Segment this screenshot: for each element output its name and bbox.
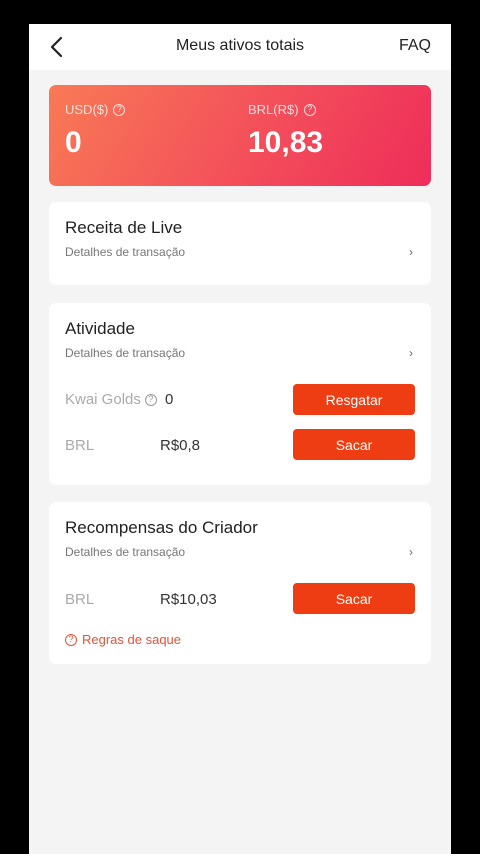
faq-link[interactable]: FAQ <box>399 37 431 55</box>
question-circle-icon[interactable]: ? <box>303 103 316 116</box>
chevron-right-icon: › <box>409 346 413 360</box>
live-income-card: Receita de Live Detalhes de transação › <box>49 202 431 285</box>
chevron-right-icon: › <box>409 245 413 259</box>
redeem-button[interactable]: Resgatar <box>293 384 415 415</box>
kwai-golds-label-row: Kwai Golds ? <box>65 391 157 408</box>
activity-brl-label: BRL <box>65 437 94 454</box>
usd-label: USD($) <box>65 102 109 117</box>
activity-card: Atividade Detalhes de transação › Kwai G… <box>49 303 431 485</box>
activity-brl-value: R$0,8 <box>160 437 201 454</box>
brl-label: BRL(R$) <box>248 102 299 117</box>
app-screen: Meus ativos totais FAQ USD($) ? 0 BRL(R$… <box>29 24 451 854</box>
creator-brl-value: R$10,03 <box>160 591 217 608</box>
activity-withdraw-button[interactable]: Sacar <box>293 429 415 460</box>
card-subtitle: Detalhes de transação <box>65 545 186 559</box>
card-title: Recompensas do Criador <box>65 518 258 537</box>
card-subtitle: Detalhes de transação <box>65 245 186 259</box>
top-bar: Meus ativos totais FAQ <box>29 24 451 70</box>
brl-balance: BRL(R$) ? 10,83 <box>248 102 323 160</box>
rules-label: Regras de saque <box>82 632 182 647</box>
usd-value: 0 <box>65 126 82 159</box>
question-circle-icon: ? <box>65 633 77 646</box>
usd-label-row: USD($) ? <box>65 102 126 117</box>
creator-brl-label: BRL <box>65 591 94 608</box>
withdraw-rules-link[interactable]: ? Regras de saque <box>65 632 181 647</box>
card-subtitle: Detalhes de transação <box>65 346 186 360</box>
brl-value: 10,83 <box>248 126 324 159</box>
kwai-golds-label: Kwai Golds <box>65 391 141 408</box>
page-title: Meus ativos totais <box>175 37 305 54</box>
balance-card: USD($) ? 0 BRL(R$) ? 10,83 <box>49 85 431 186</box>
chevron-right-icon: › <box>409 545 413 559</box>
brl-currency-label: BRL <box>65 591 95 608</box>
brl-label-row: BRL(R$) ? <box>248 102 323 117</box>
creator-withdraw-button[interactable]: Sacar <box>293 583 415 614</box>
creator-rewards-card: Recompensas do Criador Detalhes de trans… <box>49 502 431 664</box>
usd-balance: USD($) ? 0 <box>65 102 126 160</box>
question-circle-icon[interactable]: ? <box>113 103 126 116</box>
card-title: Atividade <box>65 319 135 338</box>
card-title: Receita de Live <box>65 218 183 237</box>
brl-currency-label: BRL <box>65 437 95 454</box>
kwai-golds-value: 0 <box>165 391 174 408</box>
question-circle-icon[interactable]: ? <box>144 393 157 406</box>
